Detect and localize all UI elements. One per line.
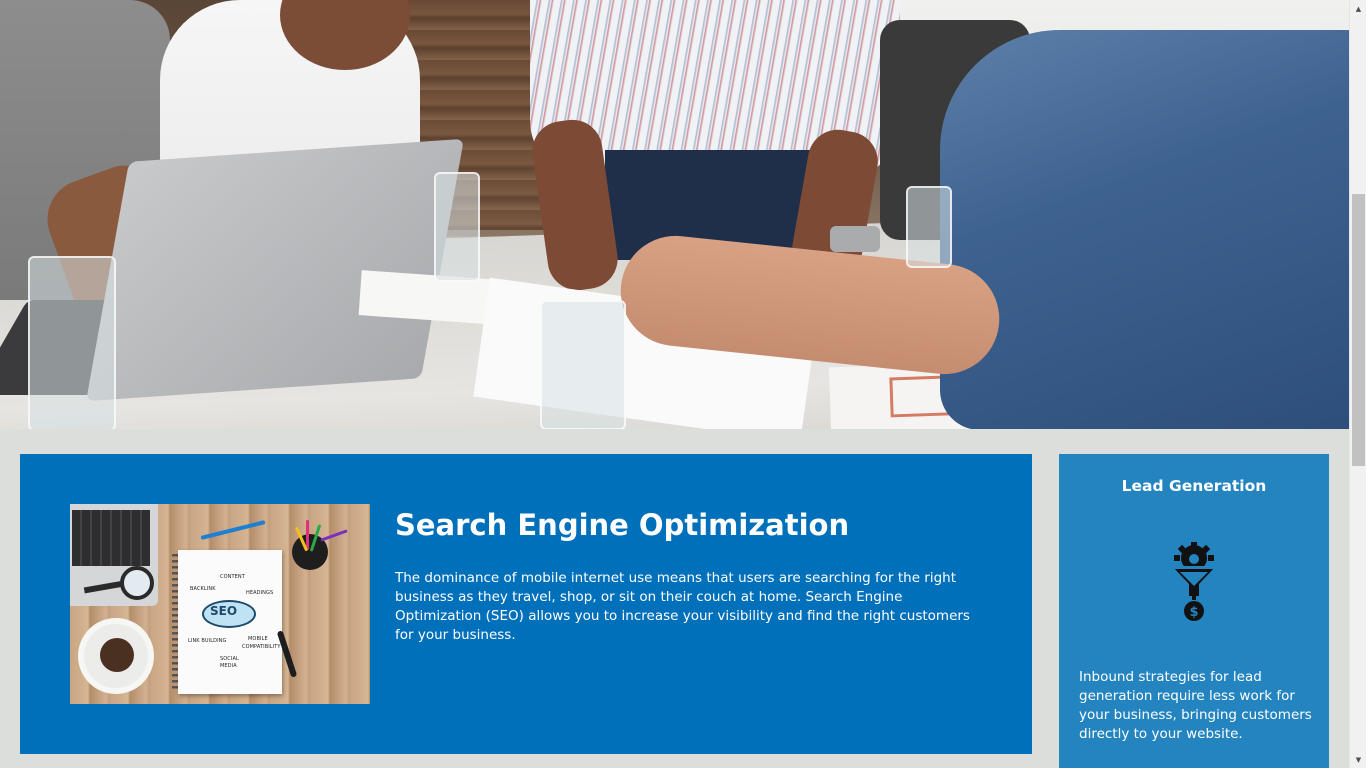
lead-generation-card: Lead Generation $ Inbound strategies for… bbox=[1059, 454, 1329, 768]
seo-description: The dominance of mobile internet use mea… bbox=[395, 570, 970, 643]
seo-label-social: SOCIAL bbox=[220, 656, 239, 662]
lead-generation-description: Inbound strategies for lead generation r… bbox=[1079, 669, 1312, 742]
lead-generation-title: Lead Generation bbox=[1121, 477, 1267, 495]
seo-label-mobile: MOBILE bbox=[248, 636, 268, 642]
seo-label-backlink: BACKLINK bbox=[190, 586, 216, 592]
seo-label-compatibility: COMPATIBILITY bbox=[242, 644, 281, 650]
seo-cloud-text: SEO bbox=[210, 604, 238, 618]
scroll-up-arrow-icon[interactable]: ▲ bbox=[1350, 0, 1366, 17]
seo-feature-card: CONTENT BACKLINK HEADINGS SEO LINK BUILD… bbox=[20, 454, 1032, 754]
hero-image bbox=[0, 0, 1349, 429]
svg-text:$: $ bbox=[1189, 605, 1198, 620]
scrollbar-thumb[interactable] bbox=[1352, 194, 1365, 466]
funnel-gear-dollar-icon: $ bbox=[1172, 542, 1216, 621]
seo-title: Search Engine Optimization bbox=[395, 508, 850, 542]
page: CONTENT BACKLINK HEADINGS SEO LINK BUILD… bbox=[0, 0, 1349, 768]
seo-label-link-building: LINK BUILDING bbox=[188, 638, 227, 644]
scroll-down-arrow-icon[interactable]: ▼ bbox=[1350, 751, 1366, 768]
magnifier-icon bbox=[120, 566, 154, 600]
seo-label-content: CONTENT bbox=[220, 574, 245, 580]
seo-label-headings: HEADINGS bbox=[246, 590, 274, 596]
seo-illustration-image: CONTENT BACKLINK HEADINGS SEO LINK BUILD… bbox=[70, 504, 370, 704]
vertical-scrollbar[interactable]: ▲ ▼ bbox=[1349, 0, 1366, 768]
seo-label-media: MEDIA bbox=[220, 663, 237, 669]
